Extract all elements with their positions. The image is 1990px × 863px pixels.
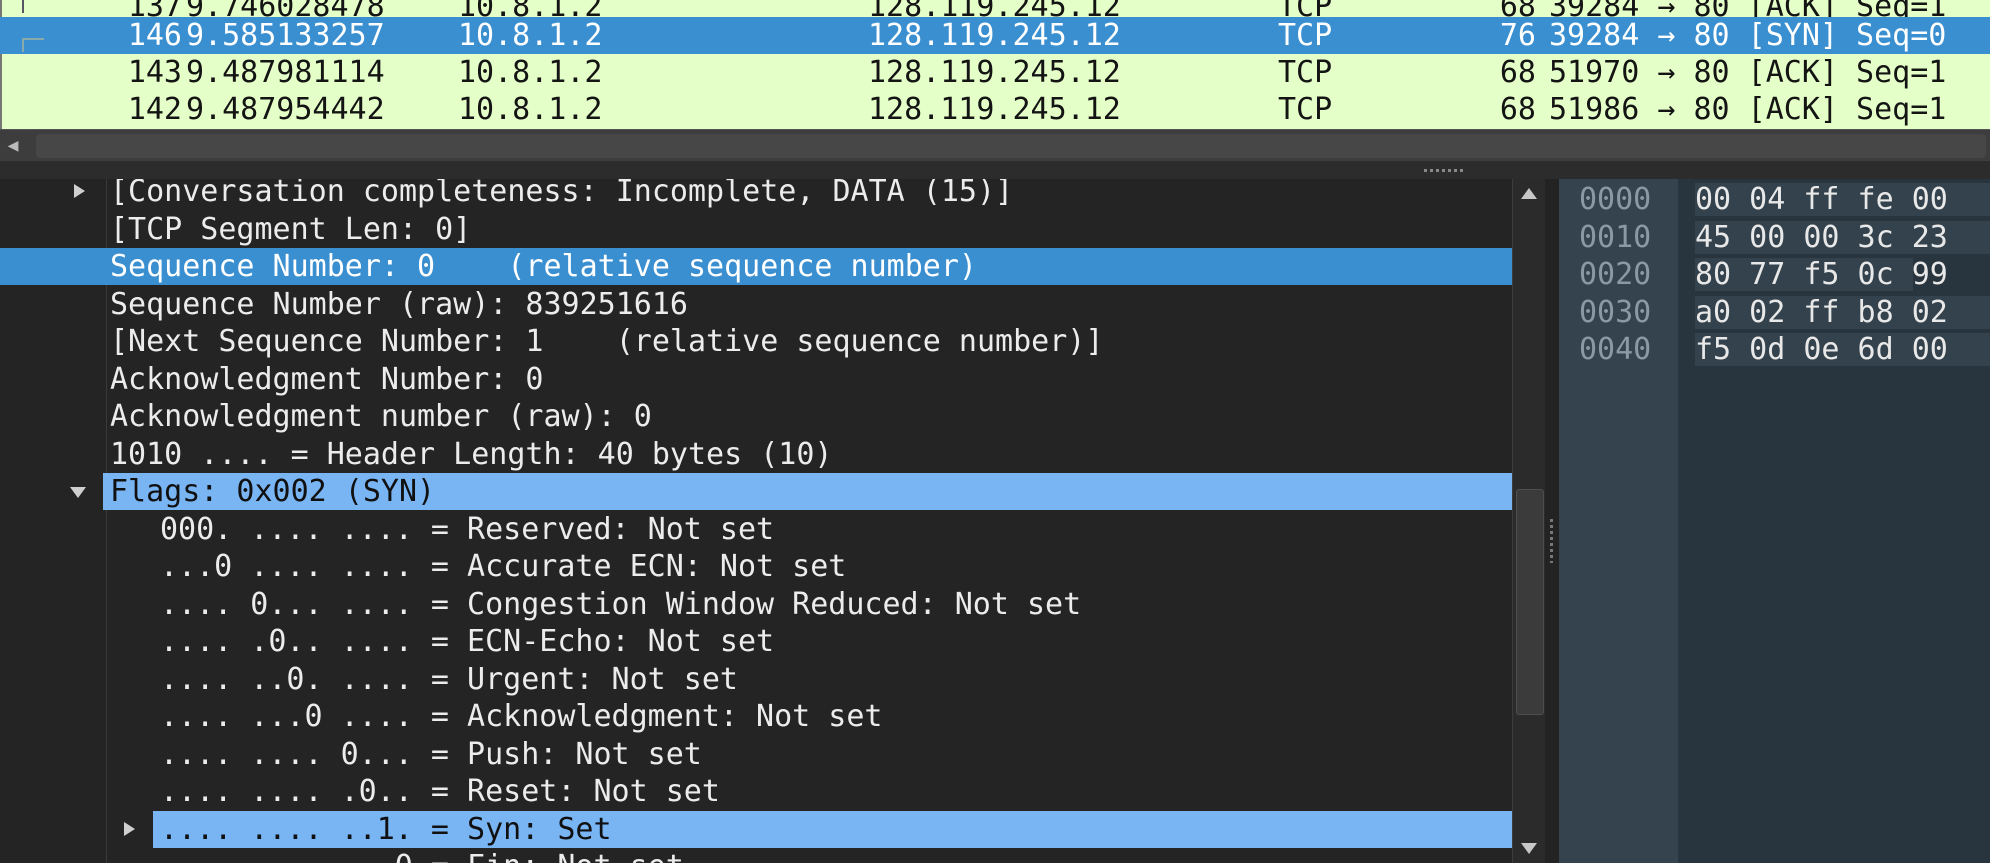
packet-cell-time: 9.487954442 [186, 92, 385, 127]
detail-tree-label: .... 0... .... = Congestion Window Reduc… [160, 586, 1082, 622]
packet-cell-dst: 128.119.245.12 [868, 55, 1121, 90]
hex-dump-row[interactable]: 0040 f5 0d 0e 6d 00 [1559, 331, 1990, 368]
hex-offset: 0040 [1579, 332, 1652, 367]
detail-tree-item[interactable]: .... .... ...0 = Fin: Not set [0, 848, 1512, 863]
detail-tree-label: [Next Sequence Number: 1 (relative seque… [110, 324, 1104, 359]
detail-tree-label: 1010 .... = Header Length: 40 bytes (10) [110, 436, 833, 472]
horizontal-scroll-track[interactable] [36, 134, 1986, 158]
detail-tree-item[interactable]: [Conversation completeness: Incomplete, … [0, 179, 1512, 210]
detail-tree-label: .... .... ..1. = Syn: Set [160, 811, 612, 847]
detail-tree-item[interactable]: .... 0... .... = Congestion Window Reduc… [0, 586, 1512, 623]
packet-list-row[interactable]: 143 9.487981114 10.8.1.2 128.119.245.12 TCP 6… [0, 54, 1990, 91]
detail-tree-label: [Conversation completeness: Incomplete, … [110, 179, 1014, 209]
detail-tree-label: Sequence Number (raw): 839251616 [110, 286, 688, 322]
hex-offset: 0000 [1579, 182, 1652, 217]
splitter-grip-icon[interactable] [1550, 519, 1553, 563]
packet-cell-no: 143 [127, 55, 182, 90]
packet-cell-dst: 128.119.245.12 [868, 92, 1121, 127]
detail-tree-item[interactable]: 1010 .... = Header Length: 40 bytes (10) [0, 436, 1512, 473]
packet-cell-len: 76 [1499, 18, 1536, 53]
packet-cell-dst: 128.119.245.12 [868, 18, 1121, 53]
hex-dump-row[interactable]: 0030 a0 02 ff b8 02 [1559, 294, 1990, 331]
hex-bytes: 80 77 f5 0c 99 [1695, 257, 1948, 292]
detail-tree-item[interactable]: Sequence Number (raw): 839251616 [0, 286, 1512, 323]
packet-cell-src: 10.8.1.2 [458, 18, 603, 53]
detail-tree-item[interactable]: .... .0.. .... = ECN-Echo: Not set [0, 623, 1512, 660]
packet-list-row[interactable]: 142 9.487954442 10.8.1.2 128.119.245.12 TCP 6… [0, 91, 1990, 128]
scroll-down-arrow-icon[interactable] [1517, 837, 1541, 859]
hex-bytes: 45 00 00 3c 23 [1695, 219, 1948, 255]
collapsed-triangle-icon[interactable] [114, 811, 142, 848]
hex-dump-row[interactable]: 0000 00 04 ff fe 00 [1559, 181, 1990, 218]
detail-tree-item[interactable]: .... .... 0... = Push: Not set [0, 736, 1512, 773]
detail-tree-item[interactable]: [Next Sequence Number: 1 (relative seque… [0, 323, 1512, 360]
packet-cell-time: 9.585133257 [186, 18, 385, 53]
hex-bytes: a0 02 ff b8 02 [1695, 294, 1948, 330]
detail-tree-label: Acknowledgment Number: 0 [110, 361, 544, 397]
hex-bytes: 00 04 ff fe 00 [1695, 182, 1948, 217]
detail-tree-label: .... .... ...0 = Fin: Not set [160, 848, 684, 863]
detail-tree-item[interactable]: .... ..0. .... = Urgent: Not set [0, 661, 1512, 698]
details-vertical-scrollbar[interactable] [1512, 179, 1545, 863]
detail-tree-item[interactable]: Acknowledgment Number: 0 [0, 361, 1512, 398]
detail-tree-item[interactable]: [TCP Segment Len: 0] [0, 211, 1512, 248]
packet-cell-info: 39284 → 80 [SYN] Seq=0 [1549, 18, 1947, 53]
packet-cell-proto: TCP [1278, 92, 1333, 127]
detail-tree-label: .... ..0. .... = Urgent: Not set [160, 661, 738, 697]
scroll-left-arrow-icon[interactable]: ◀ [4, 136, 22, 156]
expanded-triangle-icon[interactable] [64, 473, 92, 510]
detail-tree-item[interactable]: .... ...0 .... = Acknowledgment: Not set [0, 698, 1512, 735]
hex-bytes: f5 0d 0e 6d 00 [1695, 332, 1948, 367]
detail-tree-label: [TCP Segment Len: 0] [110, 211, 472, 247]
conversation-line-icon [22, 0, 24, 13]
hex-offset: 0020 [1579, 257, 1652, 292]
hex-dump-row[interactable]: 0020 80 77 f5 0c 99 [1559, 256, 1990, 293]
packet-cell-no: 146 [127, 18, 182, 53]
scroll-up-arrow-icon[interactable] [1517, 183, 1541, 205]
packet-cell-proto: TCP [1278, 18, 1333, 53]
list-details-splitter[interactable] [0, 161, 1990, 179]
detail-tree-item[interactable]: ...0 .... .... = Accurate ECN: Not set [0, 548, 1512, 585]
packet-list-row[interactable]: 146 9.585133257 10.8.1.2 128.119.245.12 TCP 7… [0, 17, 1990, 54]
detail-tree-item[interactable]: .... .... .0.. = Reset: Not set [0, 773, 1512, 810]
detail-tree-label: .... .... 0... = Push: Not set [160, 736, 702, 772]
packet-cell-src: 10.8.1.2 [458, 55, 603, 90]
detail-tree-item[interactable]: .... .... ..1. = Syn: Set [0, 810, 1512, 848]
detail-tree-label: Sequence Number: 0 (relative sequence nu… [110, 249, 977, 284]
splitter-grip-icon[interactable] [1424, 169, 1466, 172]
packet-cell-len: 68 [1499, 92, 1536, 127]
hex-offset: 0030 [1579, 294, 1652, 330]
packet-cell-src: 10.8.1.2 [458, 92, 603, 127]
detail-tree-label: ...0 .... .... = Accurate ECN: Not set [160, 549, 847, 584]
packet-cell-no: 142 [127, 92, 182, 127]
detail-tree-label: .... .0.. .... = ECN-Echo: Not set [160, 624, 775, 659]
detail-tree-label: .... ...0 .... = Acknowledgment: Not set [160, 699, 883, 734]
detail-tree-item[interactable]: Flags: 0x002 (SYN) [0, 473, 1512, 510]
packet-cell-info: 51970 → 80 [ACK] Seq=1 [1549, 55, 1947, 90]
packet-cell-time: 9.487981114 [186, 55, 385, 90]
hex-dump-row[interactable]: 0010 45 00 00 3c 23 [1559, 219, 1990, 256]
detail-tree-label: .... .... .0.. = Reset: Not set [160, 774, 720, 809]
detail-tree-label: 000. .... .... = Reserved: Not set [160, 511, 775, 547]
packet-list: 137 9.746028478 10.8.1.2 128.119.245.12 TCP 6… [0, 0, 1990, 129]
vertical-scroll-thumb[interactable] [1516, 489, 1544, 715]
packet-bytes-pane: 0000 00 04 ff fe 00 0010 45 00 00 3c 23 0020… [1559, 179, 1990, 863]
packet-cell-proto: TCP [1278, 55, 1333, 90]
hex-offset: 0010 [1579, 219, 1652, 255]
packet-cell-info: 51986 → 80 [ACK] Seq=1 [1549, 92, 1947, 127]
detail-tree-item[interactable]: Acknowledgment number (raw): 0 [0, 398, 1512, 435]
packet-details-tree: [Conversation completeness: Incomplete, … [0, 179, 1512, 863]
detail-tree-item[interactable]: 000. .... .... = Reserved: Not set [0, 511, 1512, 548]
collapsed-triangle-icon[interactable] [64, 179, 92, 210]
packet-cell-len: 68 [1499, 55, 1536, 90]
details-bytes-splitter[interactable] [1545, 179, 1559, 863]
packet-list-horizontal-scrollbar[interactable]: ◀ [0, 129, 1990, 162]
detail-tree-item[interactable]: Sequence Number: 0 (relative sequence nu… [0, 248, 1512, 285]
detail-tree-label: Flags: 0x002 (SYN) [110, 474, 436, 509]
conversation-start-bracket-icon [22, 38, 44, 52]
detail-tree-label: Acknowledgment number (raw): 0 [110, 399, 652, 434]
